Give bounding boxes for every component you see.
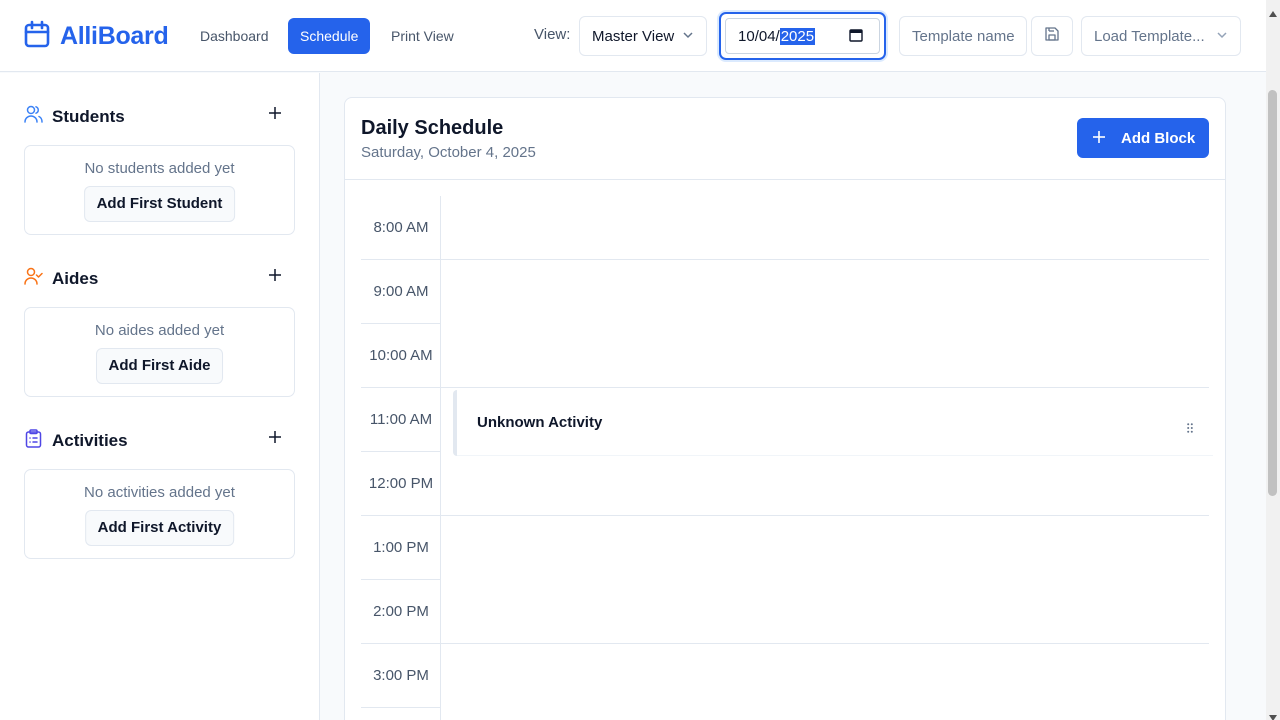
schedule-card: Daily Schedule Saturday, October 4, 2025… bbox=[344, 97, 1226, 720]
time-slot-label: 11:00 AM bbox=[361, 388, 441, 452]
chevron-down-icon bbox=[1216, 28, 1228, 45]
time-slot-label: 9:00 AM bbox=[361, 260, 441, 324]
calendar-picker-icon[interactable] bbox=[849, 28, 863, 46]
time-slot-label: 10:00 AM bbox=[361, 324, 441, 388]
students-title: Students bbox=[52, 106, 125, 126]
grid-line bbox=[441, 387, 1209, 388]
scroll-up-arrow-icon[interactable] bbox=[1269, 4, 1277, 17]
sidebar: Students No students added yet Add First… bbox=[0, 73, 320, 720]
time-slot-label: 2:00 PM bbox=[361, 580, 441, 644]
activities-title: Activities bbox=[52, 431, 128, 450]
add-block-label: Add Block bbox=[1121, 129, 1196, 147]
date-field[interactable]: 10/04/2025 bbox=[725, 18, 880, 54]
chevron-down-icon bbox=[682, 28, 694, 45]
time-slot-label: 3:00 PM bbox=[361, 644, 441, 708]
add-first-activity-button[interactable]: Add First Activity bbox=[84, 510, 235, 546]
scroll-down-arrow-icon[interactable] bbox=[1269, 708, 1277, 720]
plus-icon bbox=[1093, 130, 1105, 147]
students-empty-text: No students added yet bbox=[84, 160, 235, 177]
time-column: 8:00 AM 9:00 AM 10:00 AM 11:00 AM 12:00 … bbox=[361, 196, 441, 720]
save-icon bbox=[1045, 26, 1059, 46]
app-name: AlliBoard bbox=[60, 22, 169, 50]
scroll-thumb[interactable] bbox=[1268, 90, 1277, 496]
date-input[interactable]: 10/04/2025 bbox=[719, 12, 886, 60]
date-day[interactable]: 04 bbox=[759, 28, 776, 45]
students-header: Students bbox=[24, 105, 125, 128]
plus-icon bbox=[269, 430, 281, 448]
users-icon bbox=[24, 105, 43, 128]
save-template-button[interactable] bbox=[1031, 16, 1073, 56]
activities-empty-text: No activities added yet bbox=[84, 484, 235, 501]
activities-empty-card: No activities added yet Add First Activi… bbox=[24, 469, 295, 559]
view-label: View: bbox=[534, 26, 571, 43]
grid-line bbox=[441, 643, 1209, 644]
schedule-title: Daily Schedule bbox=[361, 117, 504, 139]
add-block-button[interactable]: Add Block bbox=[1077, 118, 1209, 158]
schedule-block-name: Unknown Activity bbox=[477, 414, 603, 431]
grid-line bbox=[441, 515, 1209, 516]
time-slot-label: 12:00 PM bbox=[361, 452, 441, 516]
nav-schedule[interactable]: Schedule bbox=[288, 18, 371, 54]
add-aide-button[interactable] bbox=[262, 264, 288, 290]
nav-dashboard[interactable]: Dashboard bbox=[188, 18, 281, 54]
top-header: AlliBoard Dashboard Schedule Print View … bbox=[0, 0, 1266, 72]
card-divider bbox=[345, 179, 1225, 180]
time-slot-label: 1:00 PM bbox=[361, 516, 441, 580]
add-first-aide-button[interactable]: Add First Aide bbox=[95, 348, 224, 384]
aides-empty-card: No aides added yet Add First Aide bbox=[24, 307, 295, 397]
grid-line bbox=[441, 259, 1209, 260]
plus-icon bbox=[269, 106, 281, 124]
add-first-student-button[interactable]: Add First Student bbox=[83, 186, 236, 222]
view-select-value: Master View bbox=[592, 27, 675, 45]
schedule-date: Saturday, October 4, 2025 bbox=[361, 144, 536, 161]
nav-print-view[interactable]: Print View bbox=[379, 18, 466, 54]
aides-header: Aides bbox=[24, 267, 98, 290]
schedule-block[interactable]: Unknown Activity bbox=[453, 390, 1213, 456]
view-select[interactable]: Master View bbox=[579, 16, 707, 56]
page-scrollbar[interactable] bbox=[1266, 0, 1280, 720]
load-template-label: Load Template... bbox=[1094, 27, 1205, 45]
plus-icon bbox=[269, 268, 281, 286]
user-check-icon bbox=[24, 267, 43, 290]
calendar-icon bbox=[24, 20, 50, 53]
date-year[interactable]: 2025 bbox=[779, 27, 816, 45]
add-activity-button[interactable] bbox=[262, 426, 288, 452]
students-empty-card: No students added yet Add First Student bbox=[24, 145, 295, 235]
load-template-select[interactable]: Load Template... bbox=[1081, 16, 1241, 56]
aides-empty-text: No aides added yet bbox=[94, 322, 225, 339]
template-name-input[interactable]: Template name bbox=[899, 16, 1027, 56]
app-logo[interactable]: AlliBoard bbox=[24, 20, 169, 53]
clipboard-list-icon bbox=[24, 429, 43, 453]
aides-title: Aides bbox=[52, 268, 99, 288]
time-slot-label: 8:00 AM bbox=[361, 196, 441, 260]
add-student-button[interactable] bbox=[262, 102, 288, 128]
drag-handle-icon[interactable] bbox=[1187, 420, 1193, 438]
date-month[interactable]: 10 bbox=[738, 28, 755, 45]
activities-header: Activities bbox=[24, 429, 128, 453]
